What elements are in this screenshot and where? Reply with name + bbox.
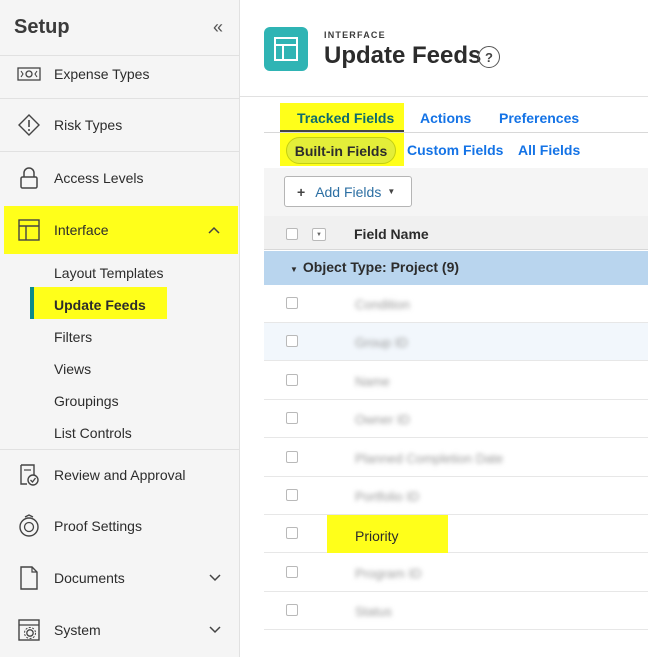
sidebar-item-label: System	[54, 622, 101, 638]
row-checkbox[interactable]	[286, 374, 298, 386]
sidebar-subitem-update-feeds[interactable]: Update Feeds	[54, 297, 146, 313]
chevron-down-icon	[209, 571, 221, 585]
sidebar-item-documents[interactable]: Documents	[0, 561, 239, 595]
sidebar-item-label: Access Levels	[54, 170, 144, 186]
field-name-cell: Condition	[355, 297, 410, 312]
row-checkbox[interactable]	[286, 335, 298, 347]
sidebar-item-label: Interface	[54, 222, 109, 238]
chevron-down-icon	[209, 623, 221, 637]
tab-actions[interactable]: Actions	[420, 110, 471, 126]
page-eyebrow: INTERFACE	[324, 30, 386, 40]
field-name-cell-priority: Priority	[355, 528, 399, 544]
table-row[interactable]	[264, 477, 648, 515]
layout-icon	[264, 27, 308, 71]
field-name-cell: Portfolio ID	[355, 489, 420, 504]
row-checkbox[interactable]	[286, 451, 298, 463]
tab-preferences[interactable]: Preferences	[499, 110, 579, 126]
row-checkbox[interactable]	[286, 412, 298, 424]
tab-divider	[264, 132, 648, 133]
sidebar-subitem-layout-templates[interactable]: Layout Templates	[54, 265, 163, 281]
field-name-cell: Status	[355, 604, 392, 619]
field-name-cell: Name	[355, 374, 390, 389]
active-indicator	[30, 287, 34, 319]
sidebar-item-label: Documents	[54, 570, 125, 586]
table-row[interactable]	[264, 400, 648, 438]
table-row[interactable]	[264, 362, 648, 400]
sidebar-item-label: Proof Settings	[54, 518, 142, 534]
select-all-checkbox[interactable]	[286, 228, 298, 240]
add-fields-label: Add Fields	[315, 183, 382, 200]
subtab-built-in-fields[interactable]: Built-in Fields	[286, 137, 396, 164]
double-chevron-left-icon[interactable]: «	[213, 17, 223, 38]
sidebar-item-risk-types[interactable]: Risk Types	[0, 108, 239, 142]
selection-dropdown[interactable]: ▼	[312, 228, 326, 241]
sidebar-item-proof-settings[interactable]: Proof Settings	[0, 509, 239, 543]
help-icon[interactable]: ?	[478, 46, 500, 68]
sidebar-item-label: Expense Types	[54, 66, 150, 82]
proof-icon	[16, 513, 42, 539]
lock-icon	[16, 165, 42, 191]
table-row[interactable]	[264, 515, 648, 553]
divider	[240, 96, 648, 97]
sidebar-item-interface[interactable]: Interface	[4, 206, 238, 254]
table-row[interactable]	[264, 323, 648, 361]
add-fields-button[interactable]: + Add Fields ▼	[284, 176, 412, 207]
sidebar-subitem-list-controls[interactable]: List Controls	[54, 425, 132, 441]
layout-icon	[16, 217, 42, 243]
subtab-all-fields[interactable]: All Fields	[518, 142, 580, 158]
sidebar-item-system[interactable]: System	[0, 613, 239, 647]
sidebar-item-label: Risk Types	[54, 117, 123, 133]
sidebar-subitem-filters[interactable]: Filters	[54, 329, 92, 345]
active-tab-underline	[280, 130, 404, 132]
tab-tracked-fields[interactable]: Tracked Fields	[297, 110, 394, 126]
field-name-cell: Planned Completion Date	[355, 451, 504, 466]
caret-down-icon: ▼	[290, 265, 298, 274]
chevron-up-icon	[208, 223, 220, 237]
caret-down-icon: ▼	[387, 187, 396, 196]
review-icon	[16, 462, 42, 488]
main-content: INTERFACE Update Feeds ? Tracked Fields …	[240, 0, 648, 657]
page-title: Update Feeds	[324, 42, 482, 69]
sidebar-subitem-groupings[interactable]: Groupings	[54, 393, 119, 409]
sidebar-item-label: Review and Approval	[54, 467, 186, 483]
table-row[interactable]	[264, 285, 648, 323]
row-checkbox[interactable]	[286, 604, 298, 616]
row-checkbox[interactable]	[286, 489, 298, 501]
subtab-custom-fields[interactable]: Custom Fields	[407, 142, 503, 158]
divider	[0, 449, 239, 450]
field-name-cell: Program ID	[355, 566, 422, 581]
sidebar-header: Setup «	[0, 0, 239, 56]
row-checkbox[interactable]	[286, 527, 298, 539]
system-icon	[16, 617, 42, 643]
sidebar-item-access-levels[interactable]: Access Levels	[0, 161, 239, 195]
divider	[0, 151, 239, 152]
diamond-alert-icon	[16, 112, 42, 138]
table-row[interactable]	[264, 592, 648, 630]
setup-sidebar: Setup « Expense Types Risk Types Access …	[0, 0, 240, 657]
money-icon	[16, 61, 42, 87]
row-checkbox[interactable]	[286, 297, 298, 309]
document-icon	[16, 565, 42, 591]
field-name-cell: Owner ID	[355, 412, 410, 427]
plus-icon: +	[297, 183, 306, 200]
sidebar-item-review-and-approval[interactable]: Review and Approval	[0, 458, 239, 492]
row-checkbox[interactable]	[286, 566, 298, 578]
sidebar-title: Setup	[14, 16, 70, 38]
sidebar-subitem-views[interactable]: Views	[54, 361, 91, 377]
table-row[interactable]	[264, 554, 648, 592]
group-label[interactable]: ▼ Object Type: Project (9)	[290, 259, 459, 275]
field-name-cell: Group ID	[355, 335, 408, 350]
group-label-text: Object Type: Project (9)	[302, 259, 460, 275]
divider	[0, 98, 239, 99]
column-header-field-name[interactable]: Field Name	[354, 226, 429, 242]
sidebar-item-expense-types[interactable]: Expense Types	[0, 57, 239, 91]
